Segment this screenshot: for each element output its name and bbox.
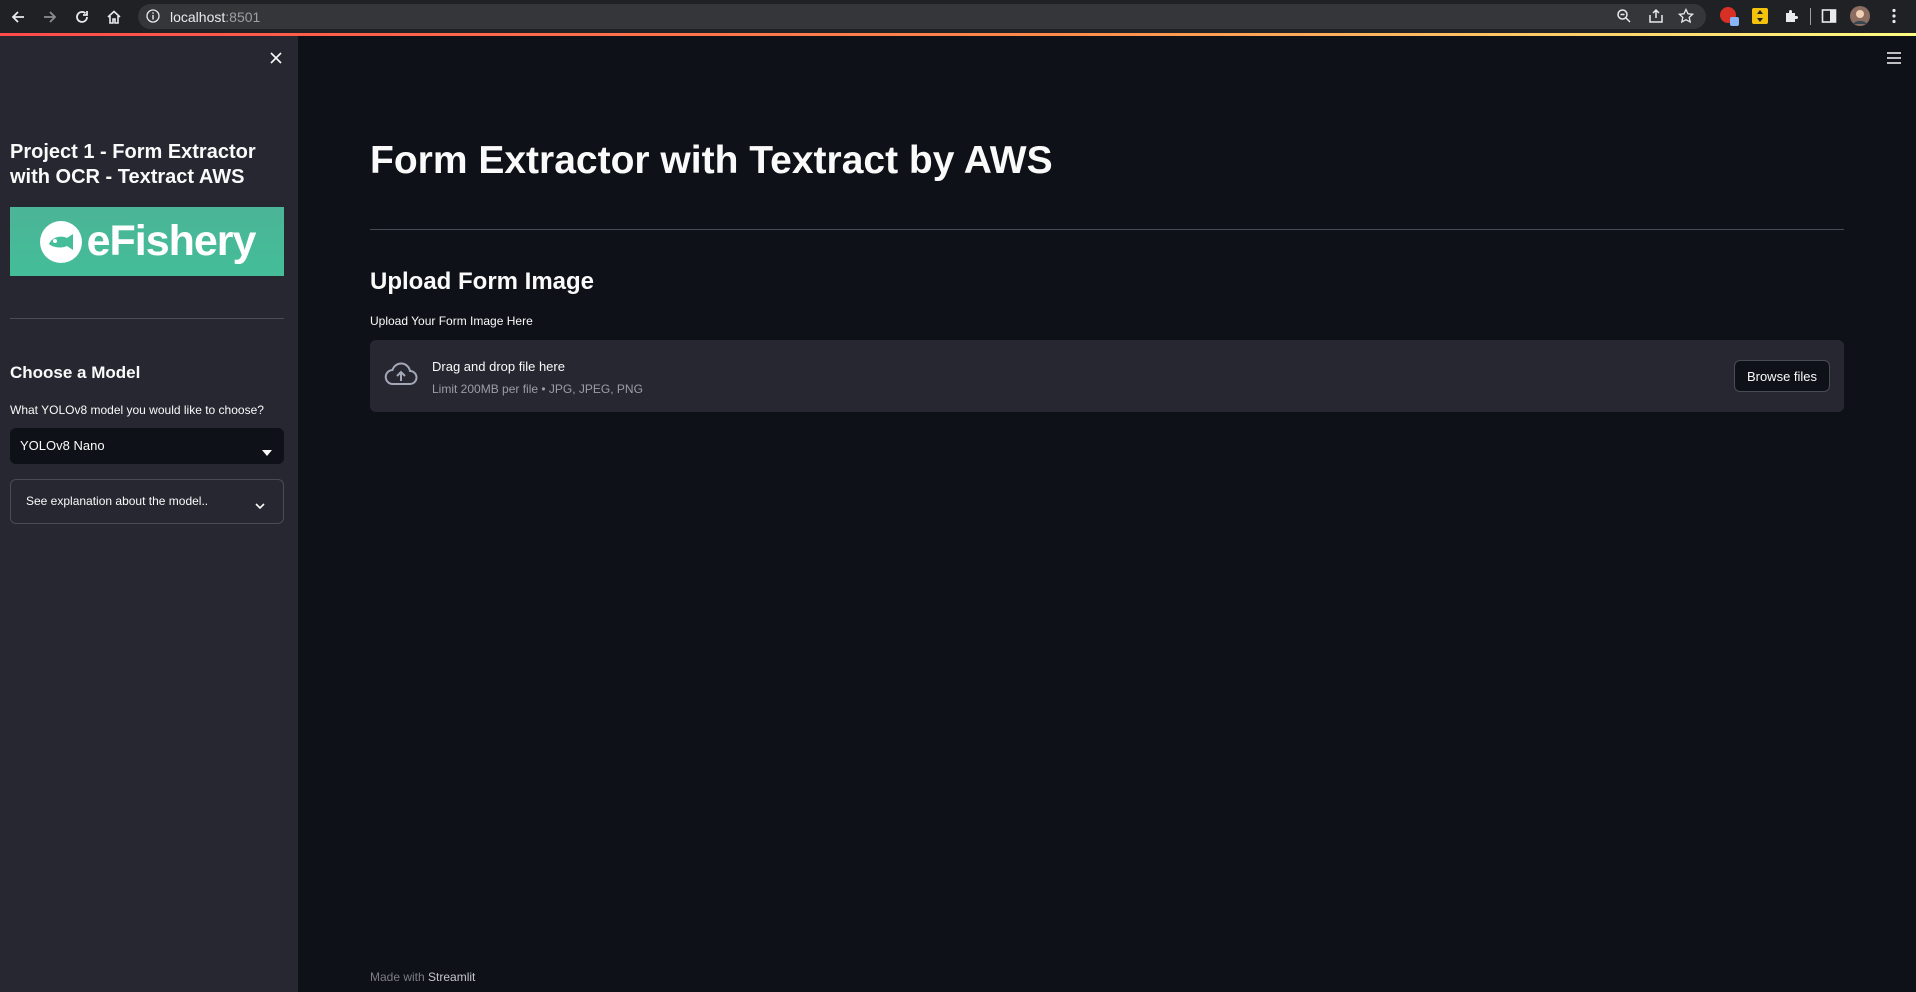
expander-label: See explanation about the model..: [26, 494, 209, 508]
model-select-label: What YOLOv8 model you would like to choo…: [10, 403, 264, 417]
url-host: localhost: [170, 9, 226, 25]
back-arrow-icon[interactable]: [5, 4, 31, 30]
browse-files-button[interactable]: Browse files: [1734, 360, 1830, 392]
footer: Made with Streamlit: [370, 970, 475, 984]
sidebar-divider: [10, 318, 284, 319]
browser-toolbar: localhost:8501: [0, 0, 1916, 33]
toolbar-divider: [1810, 8, 1811, 25]
page-title: Form Extractor with Textract by AWS: [370, 139, 1053, 182]
upload-label: Upload Your Form Image Here: [370, 314, 533, 328]
section-title: Upload Form Image: [370, 268, 595, 295]
share-icon[interactable]: [1648, 8, 1664, 29]
extension-icon[interactable]: [1718, 5, 1740, 27]
dropzone-limits: Limit 200MB per file • JPG, JPEG, PNG: [432, 382, 643, 396]
dropzone-title: Drag and drop file here: [432, 359, 565, 374]
profile-avatar[interactable]: [1849, 5, 1871, 27]
main-divider: [370, 229, 1844, 230]
info-icon[interactable]: [146, 9, 160, 28]
extension-icon[interactable]: [1749, 5, 1771, 27]
side-panel-icon[interactable]: [1818, 5, 1840, 27]
sidebar: Project 1 - Form Extractor with OCR - Te…: [0, 36, 298, 992]
model-explanation-expander[interactable]: See explanation about the model..: [10, 479, 284, 524]
chevron-down-icon: [255, 497, 265, 515]
hamburger-menu-icon[interactable]: [1884, 48, 1904, 68]
sidebar-title: Project 1 - Form Extractor with OCR - Te…: [10, 141, 256, 188]
close-icon[interactable]: [266, 48, 286, 68]
home-icon[interactable]: [101, 4, 127, 30]
star-icon[interactable]: [1677, 7, 1695, 29]
upload-cloud-icon: [384, 362, 418, 393]
address-bar[interactable]: localhost:8501: [138, 4, 1706, 29]
efishery-logo: eFishery: [10, 207, 284, 276]
puzzle-icon[interactable]: [1780, 5, 1802, 27]
kebab-menu-icon[interactable]: [1883, 5, 1905, 27]
file-dropzone[interactable]: Drag and drop file here Limit 200MB per …: [370, 340, 1844, 412]
url-text: localhost:8501: [170, 9, 260, 25]
reload-icon[interactable]: [69, 4, 95, 30]
model-heading: Choose a Model: [10, 363, 141, 382]
model-select-value: YOLOv8 Nano: [20, 438, 105, 453]
url-port: :8501: [225, 9, 261, 25]
logo-text: eFishery: [86, 217, 257, 265]
fish-logo-icon: [39, 220, 82, 263]
footer-prefix: Made with: [370, 970, 429, 984]
footer-streamlit-link[interactable]: Streamlit: [428, 970, 475, 984]
caret-down-icon: [262, 443, 272, 461]
zoom-icon[interactable]: [1616, 8, 1632, 29]
model-select[interactable]: YOLOv8 Nano: [10, 428, 284, 464]
forward-arrow-icon[interactable]: [37, 4, 63, 30]
